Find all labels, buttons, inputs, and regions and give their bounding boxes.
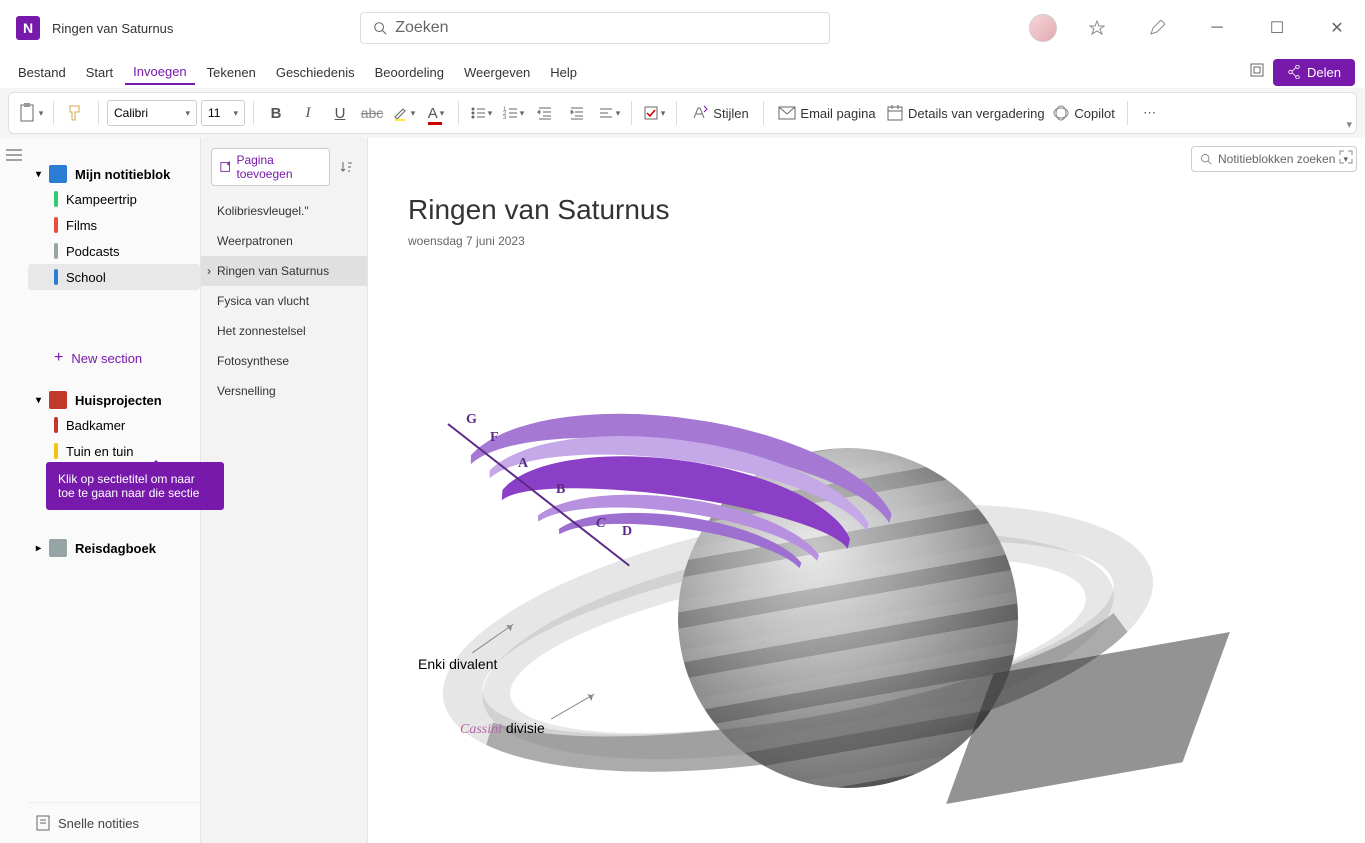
- page-canvas[interactable]: Notitieblokken zoeken ▾ Ringen van Satur…: [368, 138, 1365, 843]
- ribbon: ▾ Calibri▾ 11▾ B I U abc ▾ A▾ ▾ 123▾ ▾ ▾…: [8, 92, 1357, 134]
- main-area: ▾ Mijn notitieblok Kampeertrip Films Pod…: [0, 138, 1365, 843]
- menu-tekenen[interactable]: Tekenen: [199, 61, 264, 84]
- ribbon-expand[interactable]: ▾: [1346, 118, 1352, 131]
- page-item[interactable]: Weerpatronen: [201, 226, 367, 256]
- saturn-illustration: G F A B C D Enki divalent Cassini divisi…: [408, 268, 1208, 843]
- quick-notes[interactable]: Snelle notities: [28, 802, 200, 843]
- menu-beoordeling[interactable]: Beoordeling: [367, 61, 452, 84]
- share-button[interactable]: Delen: [1273, 59, 1355, 86]
- add-page-button[interactable]: Pagina toevoegen: [211, 148, 330, 186]
- strikethrough-button[interactable]: abc: [358, 99, 386, 127]
- notebooks-search[interactable]: Notitieblokken zoeken ▾: [1191, 146, 1357, 172]
- styles-button[interactable]: Stijlen: [685, 99, 755, 127]
- section-films[interactable]: Films: [28, 212, 200, 238]
- menu-bestand[interactable]: Bestand: [10, 61, 74, 84]
- annotation-enki: Enki divalent: [418, 656, 497, 672]
- notebook-huisprojecten[interactable]: ▾ Huisprojecten: [28, 388, 200, 412]
- page-list: Pagina toevoegen Kolibriesvleugel." Weer…: [200, 138, 368, 843]
- align-button[interactable]: ▾: [595, 99, 623, 127]
- page-item[interactable]: Fotosynthese: [201, 346, 367, 376]
- sort-icon: [340, 161, 352, 173]
- titlebar: N Ringen van Saturnus Zoeken ─ ☐ ✕: [0, 0, 1365, 56]
- copilot-button[interactable]: Copilot: [1049, 99, 1119, 127]
- paste-button[interactable]: ▾: [17, 99, 45, 127]
- format-painter-button[interactable]: [62, 99, 90, 127]
- section-school[interactable]: School: [28, 264, 200, 290]
- chevron-down-icon: ▾: [36, 395, 41, 406]
- ring-label-g: G: [466, 412, 477, 428]
- meeting-details-button[interactable]: Details van vergadering: [886, 99, 1045, 127]
- notebook-icon: [49, 165, 67, 183]
- numbering-button[interactable]: 123▾: [499, 99, 527, 127]
- premium-icon[interactable]: [1077, 12, 1117, 44]
- section-kampeertrip[interactable]: Kampeertrip: [28, 186, 200, 212]
- page-item[interactable]: Het zonnestelsel: [201, 316, 367, 346]
- outdent-button[interactable]: [531, 99, 559, 127]
- maximize-button[interactable]: ☐: [1257, 12, 1297, 44]
- sort-pages-button[interactable]: [336, 148, 357, 186]
- search-icon: [1200, 153, 1212, 165]
- font-selector[interactable]: Calibri▾: [107, 100, 197, 126]
- page-item[interactable]: Versnelling: [201, 376, 367, 406]
- notebook-sidebar: ▾ Mijn notitieblok Kampeertrip Films Pod…: [28, 138, 200, 843]
- chevron-down-icon: ▾: [36, 169, 41, 180]
- add-page-icon: [220, 161, 230, 173]
- page-date: woensdag 7 juni 2023: [408, 234, 525, 248]
- hamburger-toggle[interactable]: [0, 138, 28, 843]
- section-tuin[interactable]: Tuin en tuin: [28, 438, 200, 464]
- share-label: Delen: [1307, 65, 1341, 80]
- italic-button[interactable]: I: [294, 99, 322, 127]
- share-icon: [1287, 65, 1301, 79]
- fullscreen-toggle[interactable]: [1339, 150, 1353, 169]
- ring-label-f: F: [490, 430, 499, 446]
- annotation-cassini: Cassini divisie: [460, 720, 545, 738]
- menu-invoegen[interactable]: Invoegen: [125, 60, 195, 85]
- todo-tag-button[interactable]: ▾: [640, 99, 668, 127]
- page-item[interactable]: Fysica van vlucht: [201, 286, 367, 316]
- menu-geschiedenis[interactable]: Geschiedenis: [268, 61, 363, 84]
- ring-label-d: D: [622, 524, 632, 540]
- notebook-mijn-notitieblok[interactable]: ▾ Mijn notitieblok: [28, 162, 200, 186]
- global-search[interactable]: Zoeken: [360, 12, 830, 44]
- title-controls: ─ ☐ ✕: [1029, 12, 1357, 44]
- bullets-button[interactable]: ▾: [467, 99, 495, 127]
- search-icon: [373, 21, 387, 35]
- new-section-1[interactable]: +New section: [28, 344, 200, 372]
- font-size-selector[interactable]: 11▾: [201, 100, 245, 126]
- ring-label-c: C: [596, 516, 605, 532]
- onenote-app-icon: N: [16, 16, 40, 40]
- window-title: Ringen van Saturnus: [52, 21, 173, 36]
- notebook-icon: [49, 391, 67, 409]
- menu-start[interactable]: Start: [78, 61, 121, 84]
- notebook-icon: [49, 539, 67, 557]
- menu-weergeven[interactable]: Weergeven: [456, 61, 538, 84]
- user-avatar[interactable]: [1029, 14, 1057, 42]
- page-item-active[interactable]: Ringen van Saturnus: [201, 256, 367, 286]
- ring-label-a: A: [518, 456, 528, 472]
- font-color-button[interactable]: A▾: [422, 99, 450, 127]
- search-placeholder: Zoeken: [395, 19, 448, 37]
- svg-text:3: 3: [503, 115, 507, 121]
- page-item[interactable]: Kolibriesvleugel.": [201, 196, 367, 226]
- pen-icon[interactable]: [1137, 12, 1177, 44]
- bold-button[interactable]: B: [262, 99, 290, 127]
- underline-button[interactable]: U: [326, 99, 354, 127]
- menu-help[interactable]: Help: [542, 61, 585, 84]
- section-badkamer[interactable]: Badkamer: [28, 412, 200, 438]
- ring-label-b: B: [556, 482, 565, 498]
- email-page-button[interactable]: Email pagina: [772, 99, 882, 127]
- minimize-button[interactable]: ─: [1197, 12, 1237, 44]
- close-button[interactable]: ✕: [1317, 12, 1357, 44]
- chevron-right-icon: ▸: [36, 543, 41, 554]
- more-button[interactable]: ⋯: [1136, 99, 1164, 127]
- indent-button[interactable]: [563, 99, 591, 127]
- open-in-window-icon[interactable]: [1249, 62, 1265, 83]
- highlight-button[interactable]: ▾: [390, 99, 418, 127]
- section-tooltip: Klik op sectietitel om naar toe te gaan …: [46, 462, 224, 510]
- page-title[interactable]: Ringen van Saturnus: [408, 194, 670, 226]
- quick-notes-icon: [36, 815, 50, 831]
- notebook-reisdagboek[interactable]: ▸ Reisdagboek: [28, 534, 200, 562]
- menubar: Bestand Start Invoegen Tekenen Geschiede…: [0, 56, 1365, 88]
- section-podcasts[interactable]: Podcasts: [28, 238, 200, 264]
